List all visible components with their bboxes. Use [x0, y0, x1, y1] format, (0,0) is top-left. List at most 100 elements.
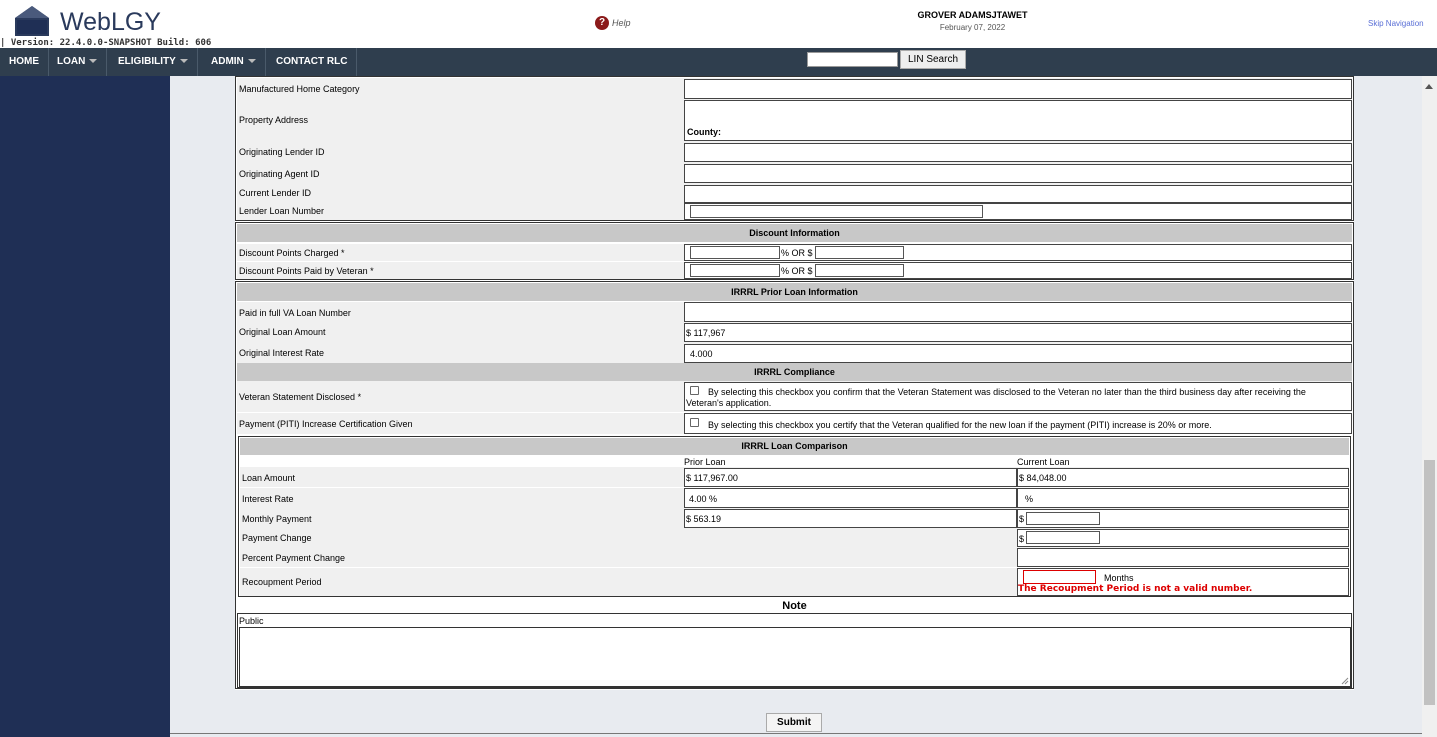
scroll-thumb[interactable] [1424, 460, 1435, 705]
paid-in-full-row: Paid in full VA Loan Number [237, 302, 1352, 322]
piti-checkbox[interactable] [690, 418, 699, 427]
lin-search-button[interactable]: LIN Search [900, 50, 966, 69]
prior-loan-header: Prior Loan [684, 457, 726, 467]
submit-button[interactable]: Submit [766, 713, 822, 732]
percent-change-cell [1017, 548, 1349, 567]
lin-search-input[interactable] [807, 52, 898, 67]
paid-in-full-label: Paid in full VA Loan Number [239, 308, 351, 318]
recoupment-label: Recoupment Period [242, 577, 322, 587]
current-rate-value: % [1025, 494, 1034, 504]
veteran-statement-text-1: By selecting this checkbox you confirm t… [708, 387, 1306, 397]
nav-admin[interactable]: ADMIN [202, 48, 266, 76]
comparison-title: IRRRL Loan Comparison [240, 438, 1349, 455]
sidebar [0, 76, 170, 737]
monthly-payment-label: Monthly Payment [242, 514, 312, 524]
piti-cell: By selecting this checkbox you certify t… [684, 413, 1352, 434]
user-name: GROVER ADAMSJTAWET [917, 10, 1028, 20]
property-address-value: County: [684, 100, 1352, 141]
veteran-statement-checkbox[interactable] [690, 386, 699, 395]
version-label: | Version: 22.4.0.0-SNAPSHOT Build: 606 [0, 38, 212, 48]
header: WebLGY | Version: 22.4.0.0-SNAPSHOT Buil… [0, 0, 1437, 48]
prior-amount-cell: $ 117,967.00 [684, 468, 1017, 487]
prior-payment-cell: $ 563.19 [684, 509, 1017, 528]
discount-charged-row: Discount Points Charged * % OR $ [237, 244, 1352, 261]
loan-amount-row: Loan Amount $ 117,967.00 $ 84,048.00 [240, 467, 1349, 487]
percent-change-label: Percent Payment Change [242, 553, 346, 563]
current-rate-cell: % [1017, 488, 1349, 508]
piti-text: By selecting this checkbox you certify t… [708, 420, 1212, 430]
note-title: Note [782, 600, 807, 612]
veteran-statement-cell: By selecting this checkbox you confirm t… [684, 382, 1352, 411]
prior-payment-value: $ 563.19 [686, 514, 722, 524]
payment-change-input[interactable] [1026, 531, 1100, 544]
lender-loan-number-row: Lender Loan Number [237, 203, 1352, 220]
loan-form: Manufactured Home Category Property Addr… [235, 76, 1354, 690]
discount-paid-or-label: % OR $ [781, 266, 813, 276]
help-icon: ? [595, 16, 609, 30]
app-logo[interactable]: WebLGY [60, 8, 161, 37]
recoupment-error: The Recoupment Period is not a valid num… [1018, 584, 1253, 594]
property-address-label: Property Address [239, 115, 309, 125]
lender-loan-number-label: Lender Loan Number [239, 206, 325, 216]
original-rate-row: Original Interest Rate 4.000 [237, 343, 1352, 363]
prior-loan-section-title: IRRRL Prior Loan Information [237, 283, 1352, 301]
scroll-up-arrow-icon[interactable] [1425, 84, 1433, 89]
nav-admin-label: ADMIN [211, 56, 244, 67]
original-rate-label: Original Interest Rate [239, 348, 325, 358]
discount-charged-percent-input[interactable] [690, 246, 780, 259]
payment-change-label: Payment Change [242, 533, 312, 543]
public-note-textarea[interactable] [239, 627, 1351, 687]
paid-in-full-value [684, 302, 1352, 322]
piti-row: Payment (PITI) Increase Certification Gi… [237, 413, 1352, 434]
resize-handle-icon[interactable] [1341, 677, 1349, 685]
original-amount-cell: $ 117,967 [684, 323, 1352, 342]
loan-info-section: Manufactured Home Category Property Addr… [235, 76, 1354, 221]
current-lender-row: Current Lender ID [237, 184, 1352, 203]
current-lender-label: Current Lender ID [239, 188, 312, 198]
veteran-statement-text-2: Veteran's application. [686, 398, 772, 408]
skip-navigation-link[interactable]: Skip Navigation [1368, 19, 1424, 28]
discount-charged-dollar-input[interactable] [815, 246, 904, 259]
note-box: Public [237, 613, 1352, 688]
originating-lender-label: Originating Lender ID [239, 147, 325, 157]
county-label: County: [687, 127, 721, 137]
nav-loan-label: LOAN [57, 56, 86, 67]
compliance-section-title: IRRRL Compliance [237, 363, 1352, 381]
current-lender-value [684, 185, 1352, 203]
current-payment-cell: $ [1017, 509, 1349, 528]
nav-contact-rlc[interactable]: CONTACT RLC [267, 48, 358, 76]
payment-change-dollar: $ [1019, 534, 1025, 544]
irrrl-section: IRRRL Prior Loan Information Paid in ful… [235, 281, 1354, 689]
interest-rate-label: Interest Rate [242, 494, 294, 504]
current-date: February 07, 2022 [939, 23, 1006, 32]
discount-paid-dollar-input[interactable] [815, 264, 904, 277]
nav-eligibility[interactable]: ELIGIBILITY [109, 48, 198, 76]
help-link[interactable]: ? Help [595, 16, 631, 30]
current-loan-header: Current Loan [1017, 457, 1070, 467]
originating-agent-label: Originating Agent ID [239, 169, 320, 179]
discount-paid-row: Discount Points Paid by Veteran * % OR $ [237, 262, 1352, 279]
prior-rate-value: 4.00 % [689, 494, 718, 504]
discount-section-title: Discount Information [237, 224, 1352, 242]
nav-home[interactable]: HOME [0, 48, 49, 76]
manufactured-home-value [684, 79, 1352, 99]
recoupment-cell: Months The Recoupment Period is not a va… [1017, 568, 1349, 596]
help-label: Help [612, 18, 631, 28]
house-logo-icon [15, 6, 49, 36]
nav-home-label: HOME [9, 56, 39, 67]
main-navbar: HOME LOAN ELIGIBILITY ADMIN CONTACT RLC [0, 48, 1437, 76]
discount-paid-percent-input[interactable] [690, 264, 780, 277]
public-label: Public [239, 616, 264, 626]
lender-loan-number-input[interactable] [690, 205, 983, 218]
manufactured-home-label: Manufactured Home Category [239, 84, 360, 94]
current-payment-input[interactable] [1026, 512, 1100, 525]
veteran-statement-label: Veteran Statement Disclosed * [239, 392, 362, 402]
footer-divider [170, 733, 1422, 734]
monthly-payment-row: Monthly Payment $ 563.19 $ [240, 508, 1349, 528]
recoupment-input[interactable] [1023, 570, 1096, 584]
originating-agent-row: Originating Agent ID [237, 163, 1352, 184]
chevron-down-icon [89, 59, 98, 64]
nav-loan[interactable]: LOAN [48, 48, 108, 76]
payment-change-cell: $ [1017, 529, 1349, 547]
current-amount-cell: $ 84,048.00 [1017, 468, 1349, 487]
